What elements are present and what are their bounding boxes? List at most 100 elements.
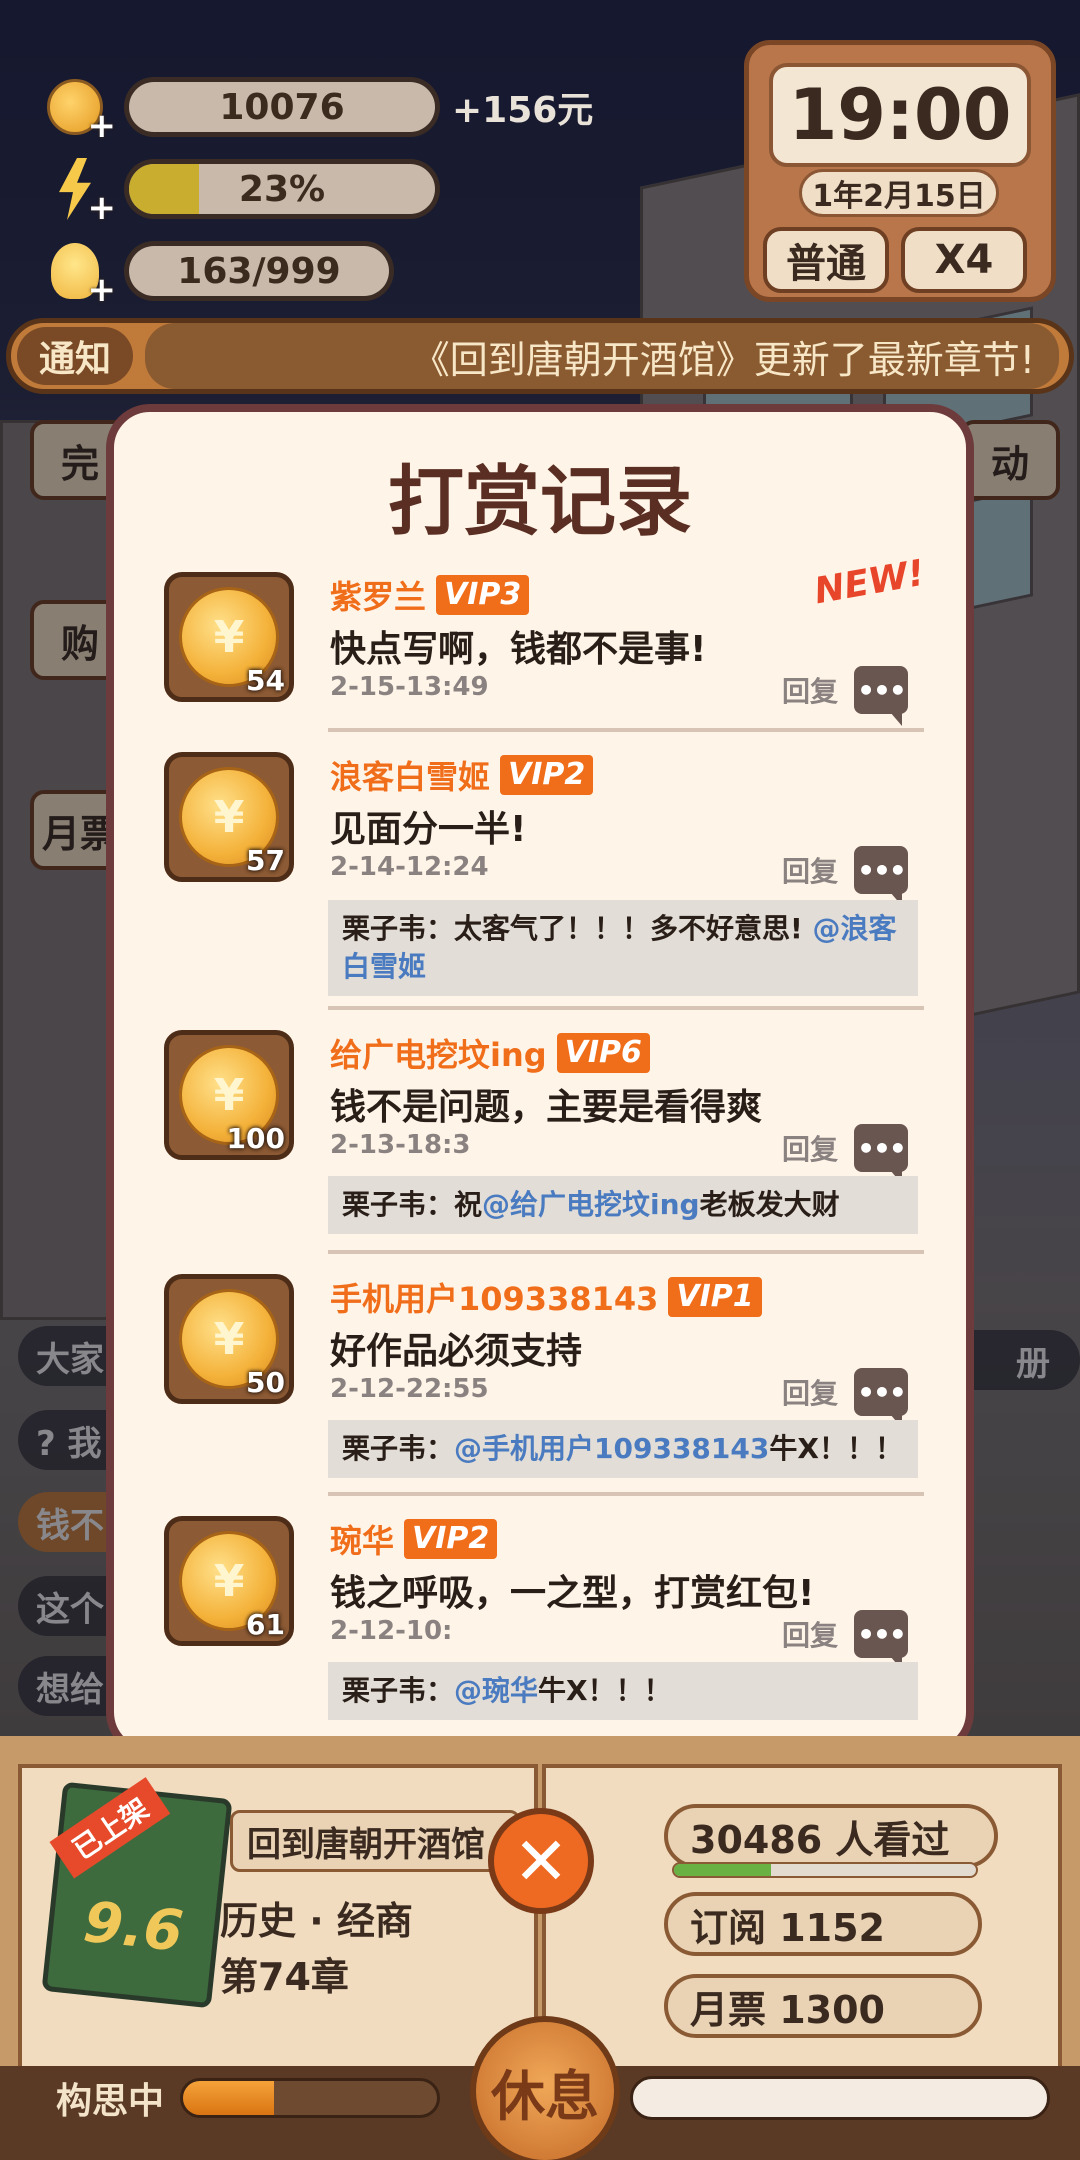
user-name[interactable]: 浪客白雪姬 — [330, 752, 490, 798]
reply-icon[interactable]: ••• — [854, 666, 908, 726]
reward-time: 2-12-22:55 — [330, 1374, 489, 1404]
coin-value: 10076 — [219, 86, 345, 128]
reward-amount: 54 — [246, 664, 285, 697]
reply-mention[interactable]: @琬华 — [454, 1674, 538, 1707]
reply-icon[interactable]: ••• — [854, 1610, 908, 1670]
coin-icon: ¥100 — [164, 1030, 294, 1160]
reply-text: 牛X！！！ — [769, 1432, 903, 1465]
close-icon: ✕ — [513, 1822, 569, 1900]
reply-label[interactable]: 回复 — [782, 1372, 838, 1412]
vip-badge: VIP6 — [556, 1033, 650, 1073]
energy-stat[interactable]: + 23% — [40, 154, 440, 228]
reward-amount: 50 — [246, 1366, 285, 1399]
thinking-label: 构思中 — [56, 2081, 165, 2122]
thinking-progress-fill — [183, 2081, 275, 2115]
readers-progress — [672, 1862, 978, 1878]
user-name-row: 手机用户109338143 VIP1 — [330, 1274, 762, 1320]
reply-mention[interactable]: @手机用户109338143 — [454, 1432, 769, 1465]
reply-text: 栗子韦： — [342, 1674, 455, 1707]
thinking-progress — [180, 2078, 440, 2118]
user-name-row: 紫罗兰 VIP3 — [330, 572, 530, 618]
reward-record-dialog: 打赏记录 NEW! ¥54 紫罗兰 VIP3 快点写啊，钱都不是事! 2-15-1… — [106, 404, 974, 1756]
reward-message: 快点写啊，钱都不是事! — [330, 629, 707, 670]
rest-label: 休息 — [491, 2064, 599, 2128]
author-reply: 栗子韦：太客气了！！！多不好意思! @浪客白雪姬 — [328, 900, 918, 996]
monthly-ticket-count: 月票 1300 — [664, 1974, 982, 2038]
rest-button[interactable]: 休息 — [470, 2016, 620, 2160]
reward-message: 好作品必须支持 — [330, 1331, 583, 1372]
author-reply: 栗子韦：祝@给广电挖坟ing老板发大财 — [328, 1176, 918, 1234]
game-date: 1年2月15日 — [799, 169, 999, 217]
reply-text: 老板发大财 — [699, 1188, 840, 1221]
book-score: 9.6 — [80, 1889, 186, 1965]
lightbulb-plus-icon[interactable]: + — [40, 236, 116, 310]
reply-icon[interactable]: ••• — [854, 846, 908, 906]
coin-gain: +156元 — [452, 90, 594, 131]
energy-fill — [129, 164, 200, 214]
notice-tag: 通知 — [17, 327, 133, 385]
reward-message: 钱之呼吸，一之型，打赏红包! — [330, 1573, 815, 1614]
subscription-count: 订阅 1152 — [664, 1892, 982, 1956]
coin-icon: ¥57 — [164, 752, 294, 882]
reward-time: 2-13-18:3 — [330, 1130, 471, 1160]
reply-label[interactable]: 回复 — [782, 850, 838, 890]
user-name[interactable]: 给广电挖坟ing — [330, 1030, 547, 1076]
reward-amount: 57 — [246, 844, 285, 877]
book-cover[interactable]: 已上架 9.6 — [41, 1777, 233, 2009]
coin-icon: ¥54 — [164, 572, 294, 702]
user-name[interactable]: 紫罗兰 — [330, 572, 426, 618]
reply-mention[interactable]: @给广电挖坟ing — [482, 1188, 700, 1221]
divider — [328, 1250, 924, 1254]
readers-progress-fill — [674, 1864, 771, 1876]
dialog-title: 打赏记录 — [388, 457, 692, 546]
notice-message: 《回到唐朝开酒馆》更新了最新章节! — [145, 323, 1059, 389]
reply-text: 栗子韦：太客气了！！！多不好意思! — [342, 912, 813, 945]
status-ribbon: 已上架 — [49, 1777, 171, 1879]
inspiration-value: 163/999 — [177, 250, 341, 292]
lightning-plus-icon[interactable]: + — [40, 154, 116, 228]
reward-message: 钱不是问题，主要是看得爽 — [330, 1087, 763, 1128]
close-button[interactable]: ✕ — [488, 1808, 594, 1914]
writing-progress — [630, 2076, 1050, 2120]
divider — [328, 1006, 924, 1010]
user-name-row: 给广电挖坟ing VIP6 — [330, 1030, 650, 1076]
reward-time: 2-14-12:24 — [330, 852, 489, 882]
clock-panel: 19:00 1年2月15日 普通 X4 — [744, 40, 1056, 302]
reply-icon[interactable]: ••• — [854, 1124, 908, 1184]
vip-badge: VIP2 — [500, 755, 594, 795]
author-reply: 栗子韦：@琬华牛X！！！ — [328, 1662, 918, 1720]
notice-bar[interactable]: 通知 《回到唐朝开酒馆》更新了最新章节! — [6, 318, 1074, 394]
vip-badge: VIP1 — [668, 1277, 762, 1317]
reply-text: 栗子韦：祝 — [342, 1188, 483, 1221]
coin-stat[interactable]: + 10076 +156元 — [40, 72, 594, 146]
book-genre: 历史 · 经商 — [220, 1899, 413, 1943]
reward-time: 2-12-10: — [330, 1616, 453, 1646]
reply-icon[interactable]: ••• — [854, 1368, 908, 1428]
divider — [328, 1492, 924, 1496]
inspiration-stat[interactable]: + 163/999 — [40, 236, 394, 310]
book-chapter: 第74章 — [220, 1955, 349, 1999]
reply-label[interactable]: 回复 — [782, 670, 838, 710]
reward-amount: 100 — [226, 1122, 285, 1155]
user-name-row: 浪客白雪姬 VIP2 — [330, 752, 594, 798]
vip-badge: VIP3 — [436, 575, 530, 615]
coin-icon: ¥50 — [164, 1274, 294, 1404]
divider — [328, 728, 924, 732]
reward-time: 2-15-13:49 — [330, 672, 489, 702]
game-time: 19:00 — [769, 63, 1031, 167]
reply-label[interactable]: 回复 — [782, 1614, 838, 1654]
new-badge: NEW! — [811, 552, 928, 613]
readers-count: 30486 人看过 — [664, 1804, 998, 1868]
coin-icon: ¥61 — [164, 1516, 294, 1646]
energy-value: 23% — [238, 168, 326, 210]
reply-label[interactable]: 回复 — [782, 1128, 838, 1168]
reward-message: 见面分一半! — [330, 809, 527, 850]
speed-normal-button[interactable]: 普通 — [763, 227, 889, 293]
reply-text: 栗子韦： — [342, 1432, 455, 1465]
coin-plus-icon[interactable]: + — [40, 72, 116, 146]
reply-text: 牛X！！！ — [538, 1674, 672, 1707]
user-name[interactable]: 手机用户109338143 — [330, 1274, 658, 1320]
user-name[interactable]: 琬华 — [330, 1516, 394, 1562]
speed-x4-button[interactable]: X4 — [901, 227, 1027, 293]
vip-badge: VIP2 — [404, 1519, 498, 1559]
